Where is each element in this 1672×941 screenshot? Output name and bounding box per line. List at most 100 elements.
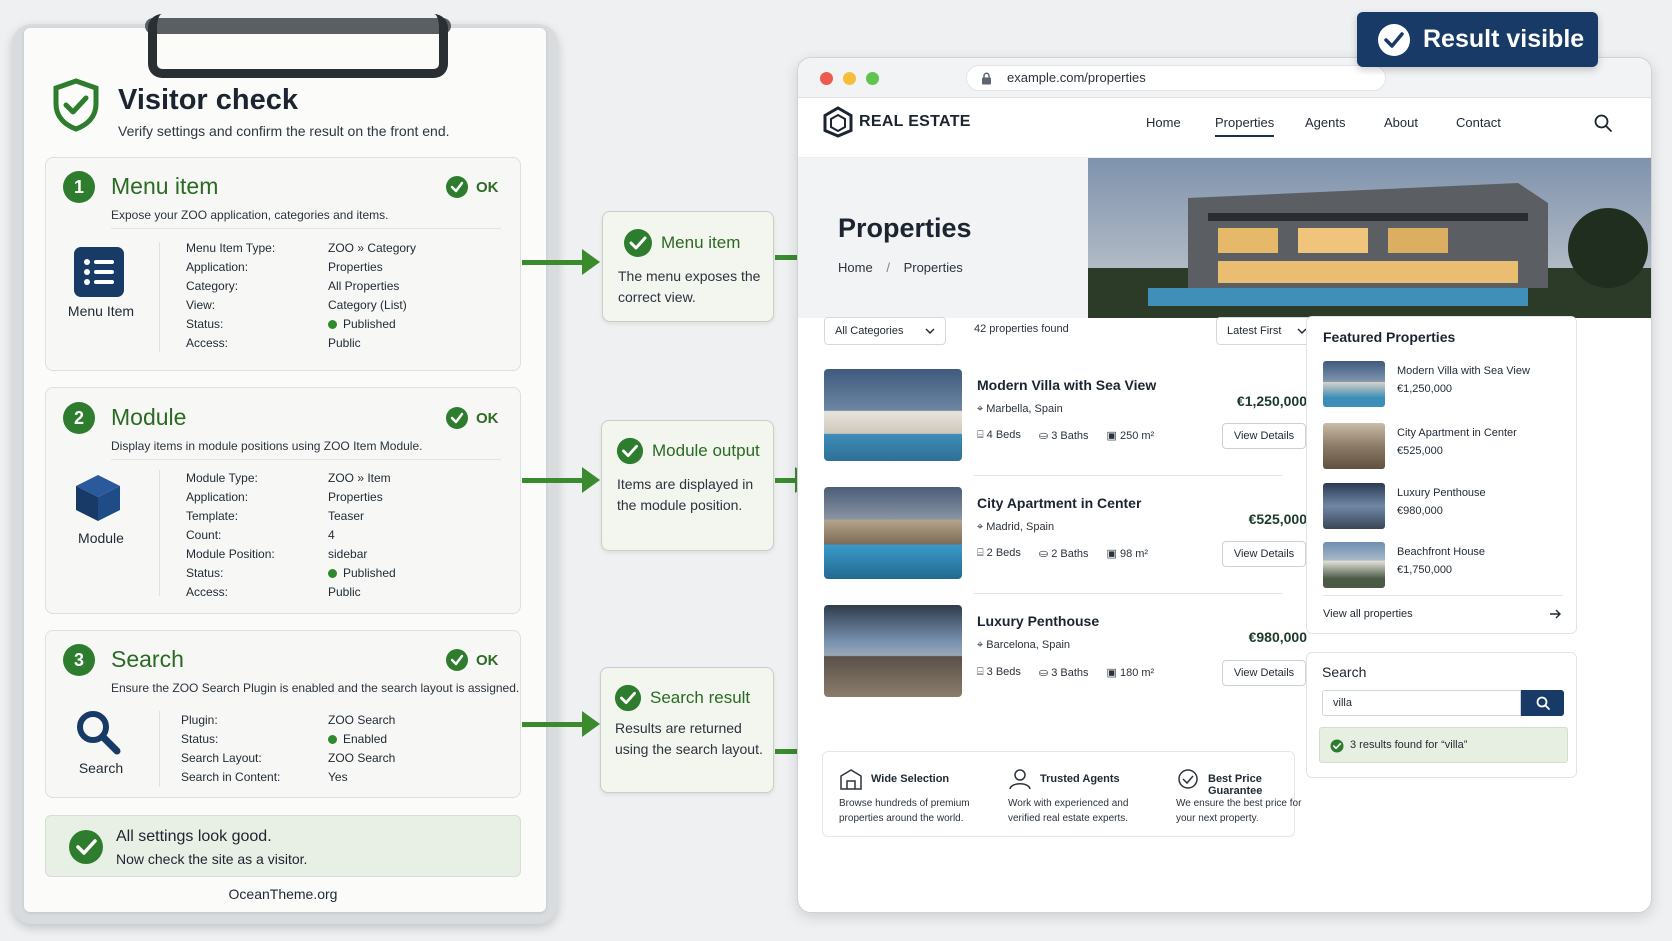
check-circle-icon <box>446 649 468 671</box>
featured-item[interactable]: Luxury Penthouse €980,000 <box>1323 483 1563 533</box>
listing-item[interactable]: Modern Villa with Sea View ⌖ Marbella, S… <box>824 369 1310 469</box>
icon-label: Module <box>78 530 124 546</box>
nav-properties[interactable]: Properties <box>1215 115 1275 137</box>
step-number: 3 <box>63 644 95 676</box>
arrow-right-icon <box>582 711 600 737</box>
nav-agents[interactable]: Agents <box>1305 115 1345 130</box>
featured-title[interactable]: Beachfront House <box>1397 546 1485 558</box>
cube-icon <box>76 475 120 521</box>
featured-title[interactable]: Modern Villa with Sea View <box>1397 365 1530 377</box>
view-all-link[interactable]: View all properties <box>1323 608 1413 620</box>
search-result-banner: 3 results found for “villa” <box>1319 727 1568 763</box>
area-spec: ▣ 180 m² <box>1107 666 1155 679</box>
flow-arrow-line <box>522 260 582 265</box>
feature-body: Work with experienced and verified real … <box>1008 798 1129 824</box>
featured-photo[interactable] <box>1323 423 1385 469</box>
listing-price: €525,000 <box>1248 511 1307 527</box>
hexagon-logo-icon <box>823 106 853 138</box>
bed-spec: ⌸ 3 Beds <box>977 666 1021 679</box>
setting-key: Application: <box>186 490 249 504</box>
site-logo-text[interactable]: REAL ESTATE <box>859 113 971 131</box>
lock-icon <box>982 72 991 85</box>
checklist-subtitle: Verify settings and confirm the result o… <box>118 123 450 139</box>
callout-module-output: Module output Items are displayed in the… <box>601 420 774 551</box>
setting-key: Status: <box>181 732 219 746</box>
listing-title[interactable]: Luxury Penthouse <box>977 613 1099 629</box>
search-icon <box>1536 696 1550 710</box>
listing-photo[interactable] <box>824 487 962 579</box>
view-details-button[interactable]: View Details <box>1222 541 1306 567</box>
category-select[interactable]: All Categories <box>824 317 946 345</box>
settings-list: Module Type: ZOO » Item Application: Prope… <box>186 469 486 604</box>
feature-title: Best Price Guarantee <box>1208 773 1263 797</box>
summary-body: Now check the site as a visitor. <box>116 851 308 867</box>
setting-value: Public <box>328 336 361 350</box>
featured-item[interactable]: City Apartment in Center €525,000 <box>1323 423 1563 473</box>
icon-label: Menu Item <box>67 303 135 319</box>
hero-banner: Properties Home / Properties <box>798 158 1651 318</box>
bath-spec: ⛀ 3 Baths <box>1039 429 1089 442</box>
featured-title[interactable]: Luxury Penthouse <box>1397 487 1486 499</box>
step-number: 2 <box>63 402 95 434</box>
bath-spec: ⛀ 2 Baths <box>1039 547 1089 560</box>
arrow-right-icon[interactable] <box>1549 609 1561 619</box>
featured-price: €1,750,000 <box>1397 564 1453 576</box>
search-submit-button[interactable] <box>1521 690 1564 716</box>
baths-text: 3 Baths <box>1051 430 1089 442</box>
close-window-button[interactable] <box>820 72 833 85</box>
listing-item[interactable]: City Apartment in Center ⌖ Madrid, Spain… <box>824 487 1310 587</box>
arrow-right-icon <box>582 467 600 493</box>
callout-title-text: Module output <box>652 441 760 460</box>
divider <box>974 475 1282 476</box>
feature-body: Browse hundreds of premium properties ar… <box>839 798 970 824</box>
location-text: Madrid, Spain <box>986 521 1055 533</box>
listing-photo[interactable] <box>824 369 962 461</box>
listing-photo[interactable] <box>824 605 962 697</box>
setting-value: Teaser <box>328 509 365 523</box>
listing-item[interactable]: Luxury Penthouse ⌖ Barcelona, Spain ⌸ 3 … <box>824 605 1310 705</box>
maximize-window-button[interactable] <box>866 72 879 85</box>
listing-price: €1,250,000 <box>1236 393 1307 409</box>
featured-title[interactable]: City Apartment in Center <box>1397 427 1517 439</box>
view-details-button[interactable]: View Details <box>1222 423 1306 449</box>
featured-item[interactable]: Modern Villa with Sea View €1,250,000 <box>1323 361 1563 411</box>
breadcrumb-separator: / <box>886 260 890 275</box>
url-text: example.com/properties <box>1007 70 1146 85</box>
nav-about[interactable]: About <box>1384 115 1418 130</box>
setting-key: Module Type: <box>186 471 258 485</box>
summary-banner: All settings look good. Now check the si… <box>45 815 521 877</box>
location-text: Barcelona, Spain <box>986 639 1071 651</box>
listing-title[interactable]: Modern Villa with Sea View <box>977 377 1156 393</box>
callout-menu-item: Menu item The menu exposes the correct v… <box>602 211 774 322</box>
bath-icon: ⛀ <box>1038 430 1052 442</box>
featured-text: Beachfront House €1,750,000 <box>1397 546 1485 576</box>
check-circle-icon <box>624 229 652 257</box>
featured-text: City Apartment in Center €525,000 <box>1397 427 1517 457</box>
listing-location: ⌖ Marbella, Spain <box>977 403 1063 416</box>
search-icon[interactable] <box>1594 114 1612 132</box>
breadcrumb-current: Properties <box>903 260 963 275</box>
breadcrumb-home[interactable]: Home <box>838 260 873 275</box>
nav-home[interactable]: Home <box>1146 115 1181 130</box>
search-input[interactable]: villa <box>1322 690 1521 716</box>
setting-key: Status: <box>186 317 224 331</box>
featured-photo[interactable] <box>1323 483 1385 529</box>
setting-key: Access: <box>186 336 229 350</box>
badge-check-icon <box>1178 769 1198 789</box>
featured-photo[interactable] <box>1323 542 1385 588</box>
area-spec: ▣ 98 m² <box>1107 547 1149 560</box>
bath-icon: ⛀ <box>1038 548 1052 560</box>
results-count: 42 properties found <box>974 323 1069 335</box>
bath-icon: ⛀ <box>1038 667 1052 679</box>
menu-item-card: 1 Menu item OK Expose your ZOO applicati… <box>45 157 521 371</box>
featured-item[interactable]: Beachfront House €1,750,000 <box>1323 542 1563 592</box>
sort-select[interactable]: Latest First <box>1216 317 1318 345</box>
listing-title[interactable]: City Apartment in Center <box>977 495 1141 511</box>
minimize-window-button[interactable] <box>843 72 856 85</box>
nav-contact[interactable]: Contact <box>1456 115 1501 130</box>
address-bar[interactable]: example.com/properties <box>966 65 1386 91</box>
view-details-button[interactable]: View Details <box>1222 660 1306 686</box>
featured-properties-module: Featured Properties Modern Villa with Se… <box>1306 316 1577 634</box>
featured-photo[interactable] <box>1323 361 1385 407</box>
search-result-text: 3 results found for “villa” <box>1350 739 1468 751</box>
